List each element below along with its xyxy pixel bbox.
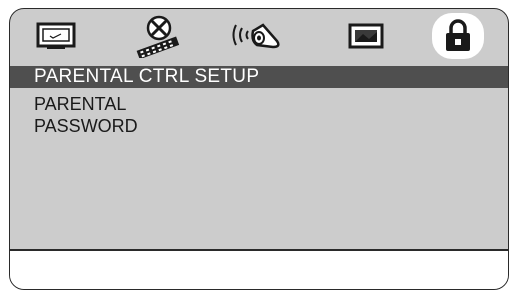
tab-video-setup[interactable] bbox=[340, 13, 392, 59]
lock-icon bbox=[443, 19, 473, 53]
tab-system-setup[interactable] bbox=[30, 13, 82, 59]
osd-screen: PARENTAL CTRL SETUP PARENTAL PASSWORD bbox=[9, 8, 509, 290]
film-reel-icon bbox=[133, 14, 185, 58]
tab-language-setup[interactable] bbox=[133, 13, 185, 59]
menu-item-password[interactable]: PASSWORD bbox=[34, 115, 138, 137]
setup-tab-bar bbox=[10, 9, 508, 62]
menu-list: PARENTAL PASSWORD bbox=[34, 93, 138, 137]
tab-parental-setup[interactable] bbox=[432, 13, 484, 59]
video-picture-icon bbox=[347, 21, 385, 51]
footer-info-area bbox=[10, 251, 508, 289]
tab-audio-setup[interactable] bbox=[232, 13, 284, 59]
speaker-audio-icon bbox=[229, 19, 287, 53]
tv-icon bbox=[35, 21, 77, 51]
menu-item-parental[interactable]: PARENTAL bbox=[34, 93, 138, 115]
page-title: PARENTAL CTRL SETUP bbox=[10, 66, 508, 88]
